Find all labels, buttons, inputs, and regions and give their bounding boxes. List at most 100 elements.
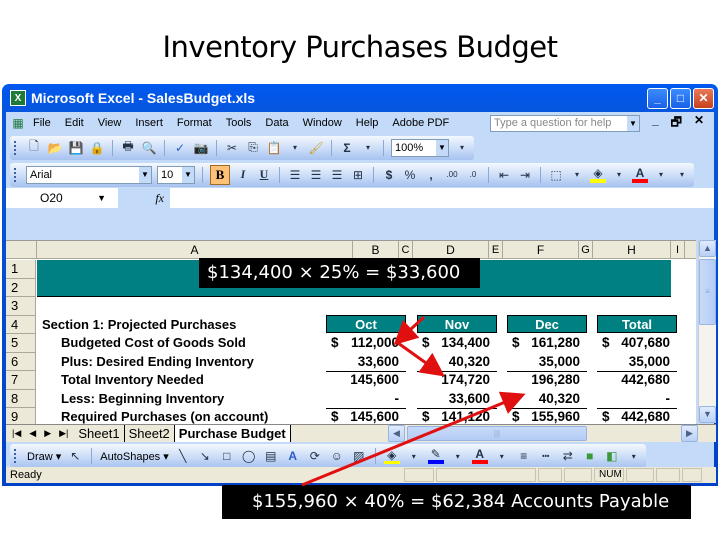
minimize-button[interactable]: _ bbox=[647, 87, 668, 109]
row-label[interactable]: Total Inventory Needed bbox=[61, 371, 204, 390]
column-header-c[interactable]: C bbox=[399, 241, 413, 259]
row-header-8[interactable]: 8 bbox=[6, 389, 36, 408]
value-cell[interactable]: 35,000 bbox=[600, 353, 670, 372]
menu-edit[interactable]: Edit bbox=[58, 117, 91, 129]
column-header-d[interactable]: D bbox=[413, 241, 489, 259]
spelling-icon[interactable]: ✓ bbox=[172, 140, 188, 156]
toolbar-options-icon[interactable]: ▾ bbox=[674, 167, 690, 183]
column-header-b[interactable]: B bbox=[353, 241, 399, 259]
row-header-2[interactable]: 2 bbox=[6, 278, 36, 297]
font-color-icon[interactable]: A bbox=[471, 447, 488, 464]
row-label[interactable]: Budgeted Cost of Goods Sold bbox=[61, 334, 246, 353]
comma-button[interactable]: , bbox=[423, 167, 439, 183]
format-painter-icon[interactable]: 🖌 bbox=[308, 140, 324, 156]
menu-file[interactable]: File bbox=[26, 117, 58, 129]
draw-menu-button[interactable]: Draw ▾ bbox=[27, 450, 61, 463]
decrease-decimal-icon[interactable]: .0 bbox=[465, 167, 481, 183]
line-color-icon[interactable]: ✎ bbox=[427, 447, 444, 464]
month-header-total[interactable]: Total bbox=[597, 315, 677, 333]
autosum-icon[interactable]: Σ bbox=[339, 140, 355, 156]
chevron-down-icon[interactable]: ▼ bbox=[97, 188, 106, 208]
cut-icon[interactable]: ✂ bbox=[224, 140, 240, 156]
value-cell[interactable]: 40,320 bbox=[420, 353, 490, 372]
row-header-4[interactable]: 4 bbox=[6, 315, 36, 334]
underline-button[interactable]: U bbox=[256, 167, 272, 183]
previous-sheet-icon[interactable]: ◀ bbox=[29, 428, 36, 439]
toolbar-options-icon[interactable]: ▾ bbox=[454, 140, 470, 156]
fx-icon[interactable]: fx bbox=[118, 188, 170, 208]
menu-window[interactable]: Window bbox=[296, 117, 349, 129]
borders-icon[interactable]: ⬚ bbox=[548, 167, 564, 183]
align-right-icon[interactable]: ☰ bbox=[329, 167, 345, 183]
value-cell[interactable]: 145,600 bbox=[329, 408, 399, 424]
row-header-6[interactable]: 6 bbox=[6, 352, 36, 371]
row-header-7[interactable]: 7 bbox=[6, 371, 36, 390]
toolbar-grip[interactable] bbox=[14, 167, 17, 182]
new-icon[interactable]: 🗋 bbox=[26, 139, 42, 156]
value-cell[interactable]: 112,000 bbox=[329, 334, 399, 353]
chevron-down-icon[interactable]: ▾ bbox=[450, 448, 466, 464]
column-header-a[interactable]: A bbox=[37, 241, 353, 259]
dash-style-icon[interactable]: ┅ bbox=[538, 448, 554, 464]
month-header-oct[interactable]: Oct bbox=[326, 315, 406, 333]
workbook-close-button[interactable]: ✕ bbox=[694, 113, 704, 134]
chevron-down-icon[interactable]: ▼ bbox=[626, 115, 639, 131]
line-icon[interactable]: ╲ bbox=[175, 448, 191, 464]
increase-decimal-icon[interactable]: .00 bbox=[444, 167, 460, 183]
row-label[interactable]: Required Purchases (on account) bbox=[61, 408, 268, 424]
value-cell[interactable]: 33,600 bbox=[329, 353, 399, 372]
column-header-f[interactable]: F bbox=[503, 241, 579, 259]
value-cell[interactable]: - bbox=[329, 390, 400, 409]
permission-icon[interactable]: 🔒 bbox=[89, 140, 105, 156]
increase-indent-icon[interactable]: ⇥ bbox=[517, 167, 533, 183]
text-box-icon[interactable]: ▤ bbox=[263, 448, 279, 464]
workbook-icon[interactable]: ▦ bbox=[10, 115, 26, 131]
toolbar-options-icon[interactable]: ▾ bbox=[626, 448, 642, 464]
name-box[interactable]: O20 ▼ bbox=[6, 188, 118, 208]
column-header-i[interactable]: I bbox=[671, 241, 685, 259]
print-preview-icon[interactable]: 🔍 bbox=[141, 140, 157, 156]
chevron-down-icon[interactable]: ▾ bbox=[287, 140, 303, 156]
next-sheet-icon[interactable]: ▶ bbox=[44, 428, 51, 439]
value-cell[interactable]: 40,320 bbox=[510, 390, 580, 409]
picture-icon[interactable]: ▨ bbox=[351, 448, 367, 464]
merge-center-icon[interactable]: ⊞ bbox=[350, 167, 366, 183]
line-style-icon[interactable]: ≡ bbox=[516, 448, 532, 464]
open-icon[interactable]: 📂 bbox=[47, 140, 63, 156]
menu-data[interactable]: Data bbox=[258, 117, 295, 129]
3d-style-icon[interactable]: ◧ bbox=[604, 448, 620, 464]
font-select[interactable]: Arial ▼ bbox=[26, 165, 152, 184]
sheet-tab-sheet2[interactable]: Sheet2 bbox=[125, 425, 175, 442]
scroll-left-icon[interactable]: ◀ bbox=[388, 424, 405, 442]
sheet-tab-sheet1[interactable]: Sheet1 bbox=[74, 425, 125, 442]
wordart-icon[interactable]: A bbox=[285, 448, 301, 464]
rectangle-icon[interactable]: □ bbox=[219, 448, 235, 464]
sheet-tab-purchase-budget[interactable]: Purchase Budget bbox=[174, 425, 291, 442]
help-search-input[interactable]: Type a question for help ▼ bbox=[489, 114, 640, 132]
column-header-h[interactable]: H bbox=[593, 241, 671, 259]
toolbar-grip[interactable] bbox=[14, 140, 17, 155]
chevron-down-icon[interactable]: ▼ bbox=[182, 166, 194, 183]
scroll-down-icon[interactable]: ▼ bbox=[699, 406, 716, 423]
menu-help[interactable]: Help bbox=[349, 117, 386, 129]
chevron-down-icon[interactable]: ▾ bbox=[406, 448, 422, 464]
clip-art-icon[interactable]: ☺ bbox=[329, 448, 345, 464]
align-left-icon[interactable]: ☰ bbox=[287, 167, 303, 183]
close-button[interactable]: ✕ bbox=[693, 87, 714, 109]
row-header-9[interactable]: 9 bbox=[6, 408, 36, 424]
value-cell[interactable]: 155,960 bbox=[510, 408, 580, 424]
percent-button[interactable]: % bbox=[402, 167, 418, 183]
value-cell[interactable]: 407,680 bbox=[600, 334, 670, 353]
row-label[interactable]: Less: Beginning Inventory bbox=[61, 390, 224, 409]
font-size-select[interactable]: 10 ▼ bbox=[157, 165, 195, 184]
workbook-restore-button[interactable]: 🗗 bbox=[671, 113, 682, 134]
first-sheet-icon[interactable]: |◀ bbox=[12, 428, 21, 439]
value-cell[interactable]: 33,600 bbox=[420, 390, 490, 409]
arrow-icon[interactable]: ↘ bbox=[197, 448, 213, 464]
menu-adobe-pdf[interactable]: Adobe PDF bbox=[385, 117, 456, 129]
zoom-select[interactable]: 100% ▼ bbox=[391, 138, 449, 157]
value-cell[interactable]: 145,600 bbox=[329, 371, 399, 390]
menu-tools[interactable]: Tools bbox=[219, 117, 259, 129]
horizontal-scroll-thumb[interactable]: ||| bbox=[407, 425, 587, 441]
menu-format[interactable]: Format bbox=[170, 117, 219, 129]
